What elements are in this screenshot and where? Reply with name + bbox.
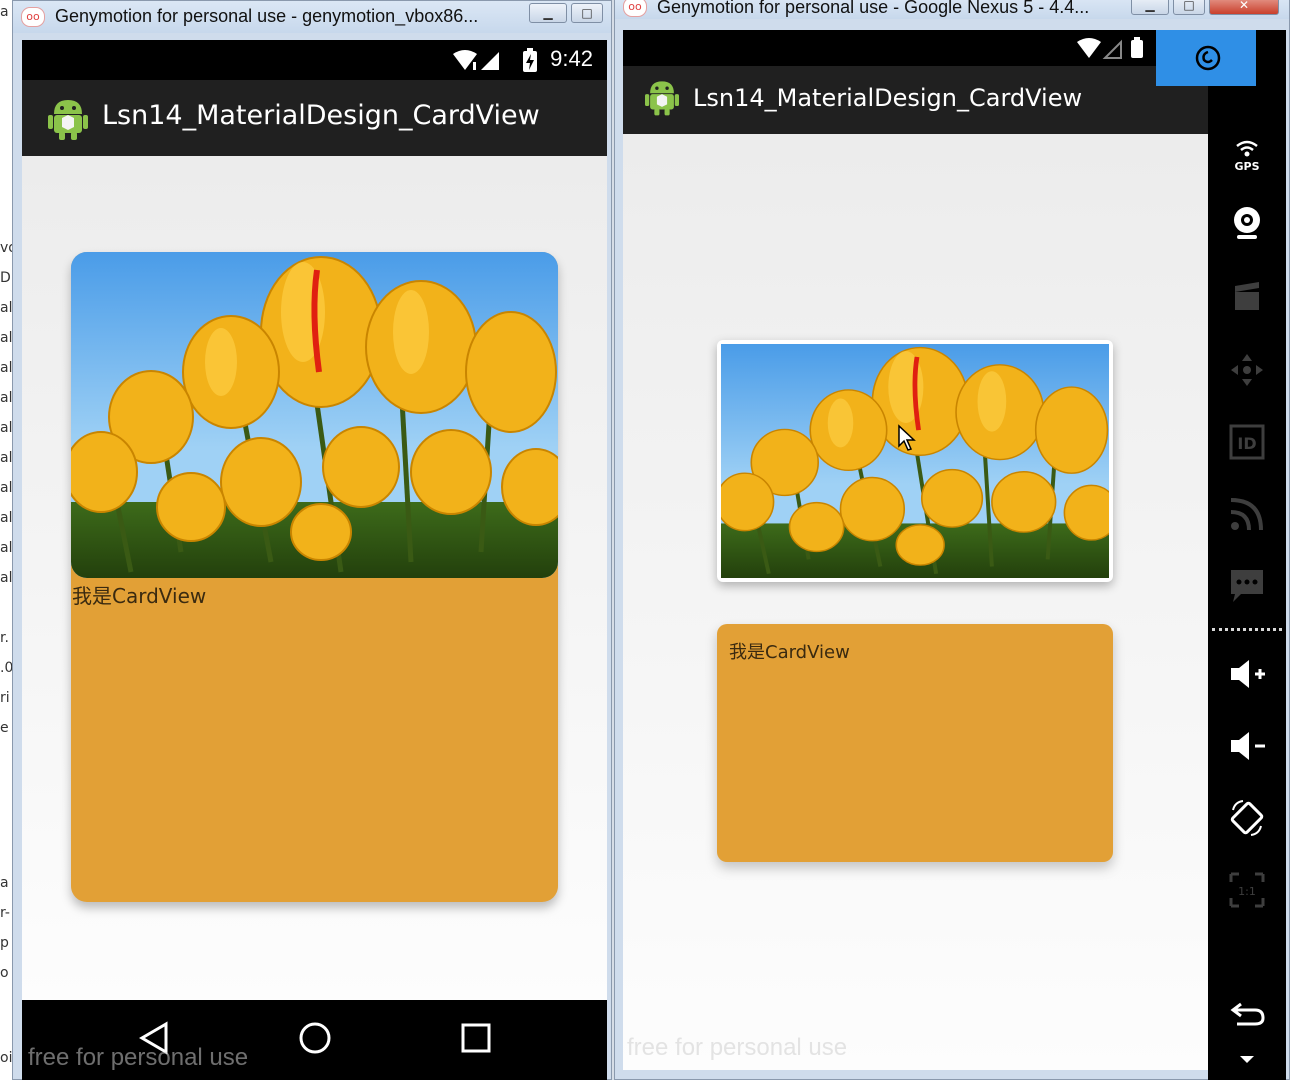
maximize-button[interactable]: □ [571, 3, 603, 23]
cardview-tulip-image [721, 344, 1109, 578]
right-action-bar: Lsn14_MaterialDesign_CardView [623, 66, 1208, 134]
device-id-label: ID [1237, 434, 1256, 453]
wifi-signal-icon [1075, 36, 1147, 67]
right-window-title: Genymotion for personal use - Google Nex… [657, 0, 1090, 17]
back-icon[interactable] [1208, 994, 1286, 1038]
right-content-area: 我是CardView free for personal use [623, 134, 1208, 1070]
left-content-area: 我是CardView [22, 156, 607, 1000]
cardview-text: 我是CardView [729, 642, 850, 663]
sidebar-separator [1212, 628, 1282, 631]
genymotion-swirl-icon [1194, 44, 1222, 76]
genymotion-sidebar: GPS ID 1:1 [1208, 30, 1286, 1080]
right-watermark: free for personal use [627, 1034, 848, 1061]
gps-icon[interactable]: GPS [1208, 136, 1286, 180]
rotate-icon[interactable] [1208, 798, 1286, 842]
left-status-bar: 9:42 [22, 40, 607, 80]
minimize-button[interactable]: ▁ [1131, 0, 1169, 15]
left-action-bar: Lsn14_MaterialDesign_CardView [22, 80, 607, 156]
webcam-icon[interactable] [1208, 202, 1286, 250]
nav-recents-icon[interactable] [460, 1022, 492, 1058]
status-time: 9:42 [550, 46, 593, 71]
right-status-bar [623, 30, 1208, 66]
volume-down-icon[interactable] [1208, 726, 1286, 770]
minimize-button[interactable]: ▁ [529, 3, 567, 23]
genymotion-logo-icon: oo [623, 0, 647, 17]
left-navigation-bar: free for personal use [22, 1000, 607, 1080]
device-id-icon[interactable]: ID [1208, 422, 1286, 466]
pixel-perfect-label: 1:1 [1238, 885, 1256, 898]
volume-up-icon[interactable] [1208, 654, 1286, 698]
left-phone-screen: 9:42 Lsn14_MaterialDesign_CardView 我是Car… [22, 40, 607, 1080]
right-window-titlebar[interactable]: oo Genymotion for personal use - Google … [615, 0, 1289, 19]
app-title: Lsn14_MaterialDesign_CardView [102, 100, 540, 131]
maximize-button[interactable]: □ [1173, 0, 1205, 15]
genymotion-logo-icon: oo [21, 7, 45, 27]
nav-home-icon[interactable] [297, 1020, 333, 1060]
android-app-icon [645, 78, 679, 116]
left-window-titlebar[interactable]: oo Genymotion for personal use - genymot… [13, 1, 611, 33]
video-capture-icon[interactable] [1208, 278, 1286, 322]
cardview-tulip-image [71, 252, 558, 578]
mouse-cursor-icon [897, 424, 917, 456]
menu-icon[interactable] [1208, 1050, 1286, 1069]
genymotion-overlay-badge [1156, 30, 1256, 86]
pixel-perfect-icon[interactable]: 1:1 [1208, 870, 1286, 914]
dpad-icon[interactable] [1208, 350, 1286, 394]
cardview-text: 我是CardView [72, 584, 207, 608]
sms-icon[interactable] [1208, 566, 1286, 610]
gps-label: GPS [1234, 160, 1259, 173]
app-title: Lsn14_MaterialDesign_CardView [693, 84, 1083, 112]
battery-charging-icon [521, 48, 539, 79]
right-phone-screen: Lsn14_MaterialDesign_CardView 我是CardView… [623, 30, 1208, 1070]
left-window-title: Genymotion for personal use - genymotion… [55, 6, 479, 26]
close-button[interactable]: ✕ [1209, 0, 1279, 15]
wifi-signal-icon [451, 48, 507, 79]
left-watermark: free for personal use [28, 1044, 249, 1071]
network-icon[interactable] [1208, 494, 1286, 538]
android-app-icon [48, 96, 88, 140]
